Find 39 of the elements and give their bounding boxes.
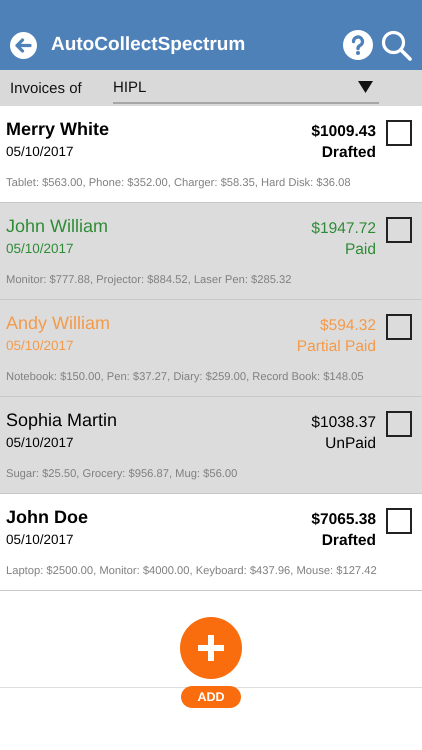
checkbox[interactable] [386,217,412,243]
invoice-items: Tablet: $563.00, Phone: $352.00, Charger: $58.35, Hard Disk: $36.08 [6,177,352,189]
invoice-date: 05/10/2017 [6,531,75,549]
invoice-items: Notebook: $150.00, Pen: $37.27, Diary: $259.00, Record Book: $148.05 [6,371,365,383]
checkbox[interactable] [386,508,412,534]
invoice-amount: $1947.72 [311,219,376,239]
invoice-card[interactable]: Sophia Martin 05/10/2017 $1038.37 UnPaid Sugar: $25.50, Grocery: $956.87, Mug: $56.00 [0,397,422,494]
invoice-amount: $1009.43 [311,122,376,142]
checkbox[interactable] [386,411,412,437]
checkbox[interactable] [386,314,412,340]
invoice-amount: $1038.37 [311,413,376,433]
invoice-status: UnPaid [325,434,376,454]
search-icon[interactable] [381,30,412,60]
add-icon[interactable] [180,617,242,679]
filter-label: Invoices of [10,80,83,96]
invoice-amount: $7065.38 [311,510,376,530]
checkbox[interactable] [386,120,412,146]
invoice-items: Monitor: $777.88, Projector: $884.52, Laser Pen: $285.32 [6,274,292,286]
customer-name: John William [6,215,110,237]
invoice-amount: $594.32 [320,316,376,336]
dropdown-arrow-icon [358,81,373,93]
invoice-status: Drafted [322,531,376,551]
invoice-status: Drafted [322,143,376,163]
invoice-date: 05/10/2017 [6,337,75,355]
invoice-items: Laptop: $2500.00, Monitor: $4000.00, Keyboard: $437.96, Mouse: $127.42 [6,565,378,577]
customer-name: Merry White [6,118,110,140]
invoice-items: Sugar: $25.50, Grocery: $956.87, Mug: $56.00 [6,468,238,480]
customer-name: Andy William [6,312,112,334]
invoice-status: Partial Paid [296,337,376,357]
customer-dropdown[interactable]: HIPL [113,72,379,104]
invoice-date: 05/10/2017 [6,143,75,161]
app-title: AutoCollectSpectrum [51,34,246,56]
invoice-date: 05/10/2017 [6,434,75,452]
customer-name: John Doe [6,506,90,528]
back-icon[interactable] [10,32,37,58]
help-icon[interactable] [343,30,373,60]
invoice-status: Paid [344,240,376,260]
invoice-date: 05/10/2017 [6,240,75,258]
customer-name: Sophia Martin [6,409,118,431]
